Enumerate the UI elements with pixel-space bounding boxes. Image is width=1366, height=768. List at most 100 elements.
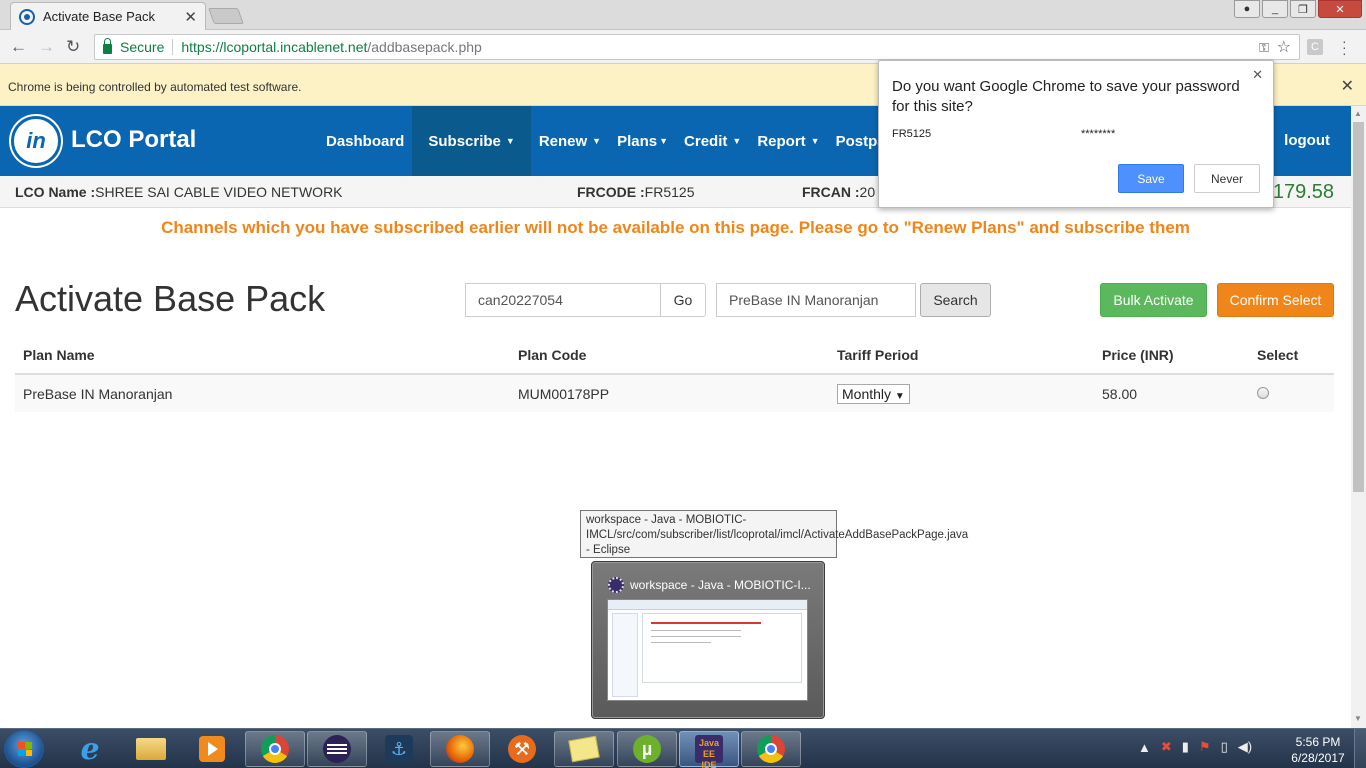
volume-icon[interactable]: ◀) — [1238, 739, 1252, 755]
chrome-icon — [261, 735, 289, 763]
taskbar-sticky-notes[interactable] — [554, 731, 614, 767]
forward-arrow-icon[interactable]: → — [38, 38, 55, 56]
infobar-text: Chrome is being controlled by automated … — [8, 80, 302, 94]
mysql-dolphin-icon: ⚓ — [385, 735, 413, 763]
balance-amount: 179.58 — [1272, 181, 1334, 203]
show-hidden-icons-icon[interactable]: ▲ — [1138, 740, 1151, 755]
address-bar[interactable]: Secure https://lcoportal.incablenet.net … — [94, 34, 1300, 60]
window-controls: ● _ ❐ ✕ — [1234, 0, 1362, 18]
minimize-button[interactable]: _ — [1262, 0, 1288, 18]
reload-icon[interactable]: ↻ — [66, 38, 80, 56]
preview-code-line — [651, 630, 741, 631]
start-button[interactable] — [4, 730, 44, 768]
page-scrollbar[interactable]: ▲ ▼ — [1351, 106, 1366, 728]
taskbar-file-explorer[interactable] — [121, 731, 181, 767]
nav-renew[interactable]: Renew ▼ — [531, 106, 609, 176]
system-tray: ▲ ✖ ▮ ⚑ ▯ ◀) — [1138, 739, 1252, 755]
sticky-notes-icon — [568, 735, 600, 763]
search-button[interactable]: Search — [920, 283, 991, 317]
nav-report[interactable]: Report ▼ — [749, 106, 827, 176]
frcode-value: FR5125 — [644, 184, 695, 200]
java-ee-ide-icon: Java EE IDE — [695, 735, 723, 768]
saved-username: FR5125 — [892, 128, 932, 140]
network-disconnected-icon[interactable]: ⚑ — [1199, 739, 1211, 755]
chrome-menu-icon[interactable]: · · · — [1342, 34, 1347, 60]
nav-plans[interactable]: Plans ▼ — [609, 106, 676, 176]
tab-activate-base-pack[interactable]: Activate Base Pack ✕ — [10, 2, 206, 30]
can-number-input[interactable] — [465, 283, 661, 317]
never-save-button[interactable]: Never — [1194, 164, 1260, 193]
scroll-up-icon[interactable]: ▲ — [1354, 109, 1362, 118]
nav-dashboard-label: Dashboard — [326, 132, 405, 150]
new-tab-button[interactable] — [208, 8, 244, 24]
key-icon[interactable]: ⚿ — [1259, 40, 1269, 56]
taskbar-internet-explorer[interactable]: e — [60, 731, 120, 767]
signal-icon[interactable]: ▮ — [1182, 739, 1189, 755]
logout-link[interactable]: logout — [1284, 132, 1330, 149]
taskbar-chrome-2[interactable] — [741, 731, 801, 767]
preview-editor — [642, 613, 802, 683]
tariff-period-select[interactable]: Monthly ▼ — [837, 383, 910, 404]
taskbar-tool[interactable]: ⚒ — [492, 731, 552, 767]
go-button[interactable]: Go — [660, 283, 706, 317]
taskbar-utorrent[interactable]: µ — [617, 731, 677, 767]
frcode-label: FRCODE : — [577, 184, 645, 200]
caret-down-icon: ▼ — [592, 136, 602, 146]
nav-credit[interactable]: Credit ▼ — [676, 106, 749, 176]
taskbar-chrome[interactable] — [245, 731, 305, 767]
thumbnail-title: workspace - Java - MOBIOTIC-I... — [630, 578, 811, 592]
close-window-button[interactable]: ✕ — [1318, 0, 1362, 18]
col-select: Select — [1249, 337, 1334, 375]
battery-icon[interactable]: ▯ — [1221, 739, 1228, 755]
browser-toolbar: ← → ↻ Secure https://lcoportal.incablene… — [0, 30, 1366, 64]
brand-title[interactable]: LCO Portal — [71, 126, 196, 154]
select-cell — [1249, 374, 1334, 412]
dropdown-arrow-icon: ▼ — [894, 390, 905, 402]
security-alert-icon[interactable]: ✖ — [1161, 739, 1172, 755]
nav-subscribe[interactable]: Subscribe ▼ — [412, 106, 531, 176]
clock-date: 6/28/2017 — [1291, 751, 1345, 765]
nav-dashboard[interactable]: Dashboard — [318, 106, 412, 176]
col-plan-code: Plan Code — [510, 337, 829, 375]
infobar-close-icon[interactable]: ✕ — [1341, 76, 1354, 96]
scroll-thumb[interactable] — [1353, 122, 1364, 492]
preview-code-line — [651, 642, 711, 643]
taskbar-media-player[interactable] — [182, 731, 242, 767]
browser-titlebar: Activate Base Pack ✕ ● _ ❐ ✕ — [0, 0, 1366, 30]
taskbar-java-ee-ide[interactable]: Java EE IDE — [679, 731, 739, 768]
bookmark-star-icon[interactable]: ☆ — [1277, 37, 1291, 57]
plan-table: Plan Name Plan Code Tariff Period Price … — [15, 337, 1334, 412]
incable-logo[interactable]: in — [11, 116, 61, 166]
preview-error-line — [651, 622, 761, 624]
nav-report-label: Report — [757, 132, 806, 150]
maximize-button[interactable]: ❐ — [1290, 0, 1316, 18]
omnibox-divider — [172, 39, 174, 55]
user-icon[interactable]: ● — [1234, 0, 1260, 18]
caret-down-icon: ▼ — [810, 136, 820, 146]
save-password-bubble: Do you want Google Chrome to save your p… — [878, 60, 1274, 208]
taskbar-firefox[interactable] — [430, 731, 490, 767]
confirm-select-button[interactable]: Confirm Select — [1217, 283, 1334, 317]
caret-down-icon: ▼ — [659, 136, 669, 146]
media-player-icon — [199, 736, 225, 762]
nav-credit-label: Credit — [684, 132, 728, 150]
url-host: https://lcoportal.incablenet.net — [181, 39, 368, 55]
save-password-button[interactable]: Save — [1118, 164, 1184, 193]
bulk-activate-button[interactable]: Bulk Activate — [1100, 283, 1207, 317]
scroll-down-icon[interactable]: ▼ — [1354, 714, 1362, 723]
plan-search-input[interactable] — [716, 283, 916, 317]
system-clock[interactable]: 5:56 PM 6/28/2017 — [1286, 734, 1350, 766]
renew-notice: Channels which you have subscribed earli… — [161, 218, 1190, 237]
frcan-value: 20 — [859, 184, 876, 200]
eclipse-gear-icon — [608, 577, 624, 593]
select-plan-radio[interactable] — [1257, 386, 1269, 399]
thumbnail-preview — [607, 599, 808, 701]
bubble-close-icon[interactable]: ✕ — [1252, 67, 1263, 83]
show-desktop-button[interactable] — [1354, 729, 1366, 768]
taskbar-eclipse[interactable] — [307, 731, 367, 767]
eclipse-window-thumbnail[interactable]: workspace - Java - MOBIOTIC-I... — [591, 561, 825, 719]
taskbar-mysql[interactable]: ⚓ — [369, 731, 429, 767]
extension-icon[interactable]: C — [1307, 39, 1323, 55]
tab-close-icon[interactable]: ✕ — [184, 8, 197, 26]
back-arrow-icon[interactable]: ← — [10, 38, 27, 56]
